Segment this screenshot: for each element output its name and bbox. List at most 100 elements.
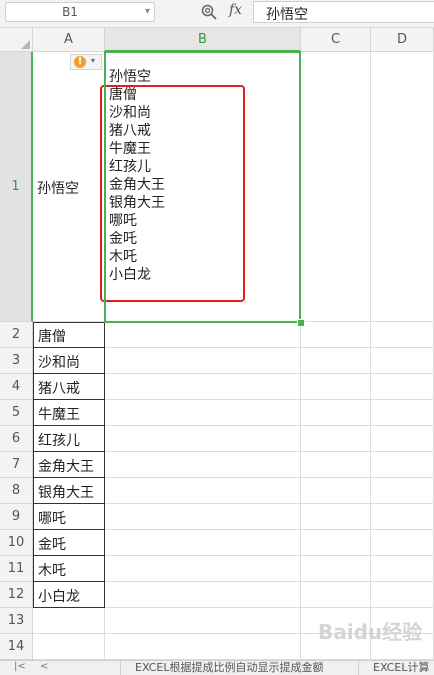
cell-a11-text: 木吒 — [38, 563, 66, 579]
formula-bar: B1 ▾ fx 孙悟空 — [0, 0, 434, 28]
fx-icon[interactable]: fx — [229, 2, 242, 18]
cell-b11[interactable] — [105, 556, 301, 582]
column-header-d[interactable]: D — [371, 28, 434, 52]
cell-b9[interactable] — [105, 504, 301, 530]
cell-a6-text: 红孩儿 — [38, 433, 80, 449]
cell-d2[interactable] — [371, 322, 434, 348]
chevron-down-icon[interactable]: ▾ — [145, 6, 150, 17]
cell-a9-text: 哪吒 — [38, 511, 66, 527]
cell-c3[interactable] — [301, 348, 371, 374]
cell-c5[interactable] — [301, 400, 371, 426]
cell-a5-text: 牛魔王 — [38, 407, 80, 423]
cell-a11[interactable]: 木吒 — [33, 555, 105, 582]
sheet-tab-1[interactable]: EXCEL根据提成比例自动显示提成金额 — [120, 661, 350, 675]
column-header-a[interactable]: A — [33, 28, 105, 52]
sheet-tab-bar: |< < EXCEL根据提成比例自动显示提成金额 EXCEL计算 — [0, 660, 434, 675]
tab-prev-icon[interactable]: |< — [14, 661, 26, 672]
row-header-7[interactable]: 7 — [0, 452, 33, 478]
cell-a4[interactable]: 猪八戒 — [33, 373, 105, 400]
cell-d5[interactable] — [371, 400, 434, 426]
cell-d12[interactable] — [371, 582, 434, 608]
row-header-1[interactable]: 1 — [0, 52, 33, 322]
cell-b2[interactable] — [105, 322, 301, 348]
zoom-icon[interactable] — [201, 4, 217, 20]
row-header-12[interactable]: 12 — [0, 582, 33, 608]
row-header-2[interactable]: 2 — [0, 322, 33, 348]
cell-a2-text: 唐僧 — [38, 329, 66, 345]
warning-icon: ! — [74, 56, 86, 68]
cell-b12[interactable] — [105, 582, 301, 608]
row-header-4[interactable]: 4 — [0, 374, 33, 400]
cell-b14[interactable] — [105, 634, 301, 660]
cell-b10[interactable] — [105, 530, 301, 556]
row-header-5[interactable]: 5 — [0, 400, 33, 426]
cell-c8[interactable] — [301, 478, 371, 504]
cell-a5[interactable]: 牛魔王 — [33, 399, 105, 426]
watermark: Baidu经验 — [318, 620, 423, 644]
cell-c11[interactable] — [301, 556, 371, 582]
cell-d7[interactable] — [371, 452, 434, 478]
formula-text: 孙悟空 — [266, 7, 308, 23]
cell-a7-text: 金角大王 — [38, 459, 94, 475]
cell-a1-text: 孙悟空 — [37, 181, 79, 197]
row-header-8[interactable]: 8 — [0, 478, 33, 504]
cell-a1[interactable]: 孙悟空 — [33, 52, 105, 322]
row-header-6[interactable]: 6 — [0, 426, 33, 452]
cell-a3[interactable]: 沙和尚 — [33, 347, 105, 374]
cell-a8-text: 银角大王 — [38, 485, 94, 501]
name-box-value: B1 — [62, 5, 78, 19]
cell-d11[interactable] — [371, 556, 434, 582]
tab-next-icon[interactable]: < — [40, 661, 48, 672]
column-header-b[interactable]: B — [105, 28, 301, 52]
cell-c10[interactable] — [301, 530, 371, 556]
fill-handle[interactable] — [297, 319, 305, 327]
cell-a7[interactable]: 金角大王 — [33, 451, 105, 478]
cell-d4[interactable] — [371, 374, 434, 400]
row-header-13[interactable]: 13 — [0, 608, 33, 634]
cell-c6[interactable] — [301, 426, 371, 452]
cell-c7[interactable] — [301, 452, 371, 478]
cell-b6[interactable] — [105, 426, 301, 452]
row-header-9[interactable]: 9 — [0, 504, 33, 530]
chevron-down-icon: ▾ — [91, 56, 96, 65]
cell-a12-text: 小白龙 — [38, 589, 80, 605]
cell-a3-text: 沙和尚 — [38, 355, 80, 371]
cell-d10[interactable] — [371, 530, 434, 556]
row-header-3[interactable]: 3 — [0, 348, 33, 374]
row-header-14[interactable]: 14 — [0, 634, 33, 660]
cell-b4[interactable] — [105, 374, 301, 400]
cell-b8[interactable] — [105, 478, 301, 504]
cell-c9[interactable] — [301, 504, 371, 530]
cell-a6[interactable]: 红孩儿 — [33, 425, 105, 452]
cell-a10[interactable]: 金吒 — [33, 529, 105, 556]
cell-b7[interactable] — [105, 452, 301, 478]
select-all-corner[interactable] — [0, 28, 33, 52]
cell-d8[interactable] — [371, 478, 434, 504]
cell-c2[interactable] — [301, 322, 371, 348]
cell-d9[interactable] — [371, 504, 434, 530]
row-header-10[interactable]: 10 — [0, 530, 33, 556]
sheet-tab-2[interactable]: EXCEL计算 — [358, 661, 434, 675]
cell-a14[interactable] — [33, 634, 105, 660]
cell-d6[interactable] — [371, 426, 434, 452]
cell-a13[interactable] — [33, 608, 105, 634]
cell-b3[interactable] — [105, 348, 301, 374]
error-check-button[interactable]: ! ▾ — [70, 54, 102, 70]
cell-a8[interactable]: 银角大王 — [33, 477, 105, 504]
cell-a9[interactable]: 哪吒 — [33, 503, 105, 530]
highlight-box — [100, 85, 245, 302]
column-header-c[interactable]: C — [301, 28, 371, 52]
cell-d3[interactable] — [371, 348, 434, 374]
cell-a2[interactable]: 唐僧 — [33, 322, 105, 348]
cell-c4[interactable] — [301, 374, 371, 400]
cell-c12[interactable] — [301, 582, 371, 608]
cell-d1[interactable] — [371, 52, 434, 322]
formula-input[interactable]: 孙悟空 — [253, 1, 434, 23]
name-box[interactable]: B1 ▾ — [5, 2, 155, 22]
cell-a10-text: 金吒 — [38, 537, 66, 553]
row-header-11[interactable]: 11 — [0, 556, 33, 582]
cell-c1[interactable] — [301, 52, 371, 322]
cell-a12[interactable]: 小白龙 — [33, 581, 105, 608]
cell-b5[interactable] — [105, 400, 301, 426]
cell-b13[interactable] — [105, 608, 301, 634]
